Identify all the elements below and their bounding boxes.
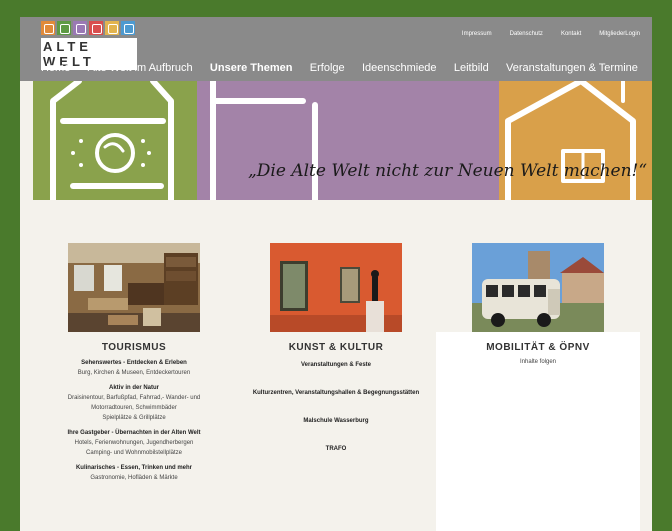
entry-line: Motorradtouren, Schwimmbäder <box>91 405 177 411</box>
kunst-link-kulturzentren[interactable]: Kulturzentren, Veranstaltungshallen & Be… <box>234 387 438 399</box>
nav-erfolge[interactable]: Erfolge <box>310 61 345 75</box>
entry-line: Camping- und Wohnmobilstellplätze <box>86 450 182 456</box>
entry-line: Draisinentour, Barfußpfad, Fahrrad,- Wan… <box>67 395 201 401</box>
meta-link-datenschutz[interactable]: Datenschutz <box>510 31 543 37</box>
logo-tile-icon <box>57 21 71 35</box>
gallery-illustration <box>270 243 402 332</box>
meta-link-impressum[interactable]: Impressum <box>462 31 492 37</box>
logo-tile-icon <box>73 21 87 35</box>
tourismus-entry-gastgeber: Ihre Gastgeber - Übernachten in der Alte… <box>32 429 236 458</box>
mobilitaet-card: MOBILITÄT & ÖPNV Inhalte folgen <box>436 332 640 531</box>
column-kunst-kultur: KUNST & KULTUR Veranstaltungen & Feste K… <box>234 243 438 471</box>
meta-link-kontakt[interactable]: Kontakt <box>561 31 581 37</box>
entry-title[interactable]: Aktiv in der Natur <box>32 384 236 393</box>
logo-tile-icon <box>105 21 119 35</box>
nav-ideenschmiede[interactable]: Ideenschmiede <box>362 61 437 75</box>
site-header: ALTE WELT Impressum Datenschutz Kontakt … <box>20 17 652 81</box>
banner-drawing-illustration <box>50 81 636 200</box>
kunst-title: KUNST & KULTUR <box>288 342 384 353</box>
nav-alte-welt-im-aufbruch[interactable]: Alte Welt im Aufbruch <box>88 61 193 75</box>
page-frame: ALTE WELT Impressum Datenschutz Kontakt … <box>20 17 652 531</box>
hero-banner: „Die Alte Welt nicht zur Neuen Welt mach… <box>33 81 652 200</box>
meta-nav: Impressum Datenschutz Kontakt Mitglieder… <box>462 31 640 37</box>
tourismus-entry-kulinarisches: Kulinarisches - Essen, Trinken und mehr … <box>32 464 236 483</box>
nav-home[interactable]: Home <box>41 61 70 75</box>
meta-link-login[interactable]: MitgliederLogin <box>599 31 640 37</box>
mobilitaet-placeholder-text: Inhalte folgen <box>519 359 557 365</box>
logo-tile-icon <box>89 21 103 35</box>
kunst-link-trafo[interactable]: TRAFO <box>234 443 438 455</box>
mobilitaet-bus-image[interactable] <box>472 243 604 332</box>
column-mobilitaet: MOBILITÄT & ÖPNV Inhalte folgen <box>436 243 640 531</box>
nav-unsere-themen[interactable]: Unsere Themen <box>210 61 293 75</box>
logo-tile-icon <box>121 21 135 35</box>
kunst-link-malschule[interactable]: Malschule Wasserburg <box>234 415 438 427</box>
tourismus-entry-aktiv: Aktiv in der Natur Draisinentour, Barfuß… <box>32 384 236 423</box>
bus-illustration <box>472 243 604 332</box>
site-logo[interactable]: ALTE WELT <box>41 21 137 70</box>
mobilitaet-title: MOBILITÄT & ÖPNV <box>486 342 590 353</box>
kunst-gallery-image[interactable] <box>270 243 402 332</box>
museum-interior-illustration <box>68 243 200 332</box>
logo-tile-icon <box>41 21 55 35</box>
main-nav: Home Alte Welt im Aufbruch Unsere Themen… <box>20 61 652 75</box>
nav-veranstaltungen[interactable]: Veranstaltungen & Termine <box>506 61 638 75</box>
tourismus-entry-sehenswertes: Sehenswertes - Entdecken & Erleben Burg,… <box>32 359 236 378</box>
entry-title[interactable]: Kulinarisches - Essen, Trinken und mehr <box>32 464 236 473</box>
entry-line: Gastronomie, Hofläden & Märkte <box>90 475 178 481</box>
entry-line: Spielplätze & Grillplätze <box>102 415 166 421</box>
column-tourismus: TOURISMUS Sehenswertes - Entdecken & Erl… <box>32 243 236 489</box>
logo-icons <box>41 21 137 35</box>
tourismus-museum-image[interactable] <box>68 243 200 332</box>
entry-title[interactable]: Ihre Gastgeber - Übernachten in der Alte… <box>32 429 236 438</box>
entry-line: Hotels, Ferienwohnungen, Jugendherbergen <box>74 440 194 446</box>
entry-title[interactable]: Sehenswertes - Entdecken & Erleben <box>32 359 236 368</box>
entry-line: Burg, Kirchen & Museen, Entdeckertouren <box>77 370 191 376</box>
nav-leitbild[interactable]: Leitbild <box>454 61 489 75</box>
banner-slogan: „Die Alte Welt nicht zur Neuen Welt mach… <box>248 161 648 181</box>
kunst-link-veranstaltungen[interactable]: Veranstaltungen & Feste <box>234 359 438 371</box>
tourismus-title: TOURISMUS <box>101 342 167 353</box>
